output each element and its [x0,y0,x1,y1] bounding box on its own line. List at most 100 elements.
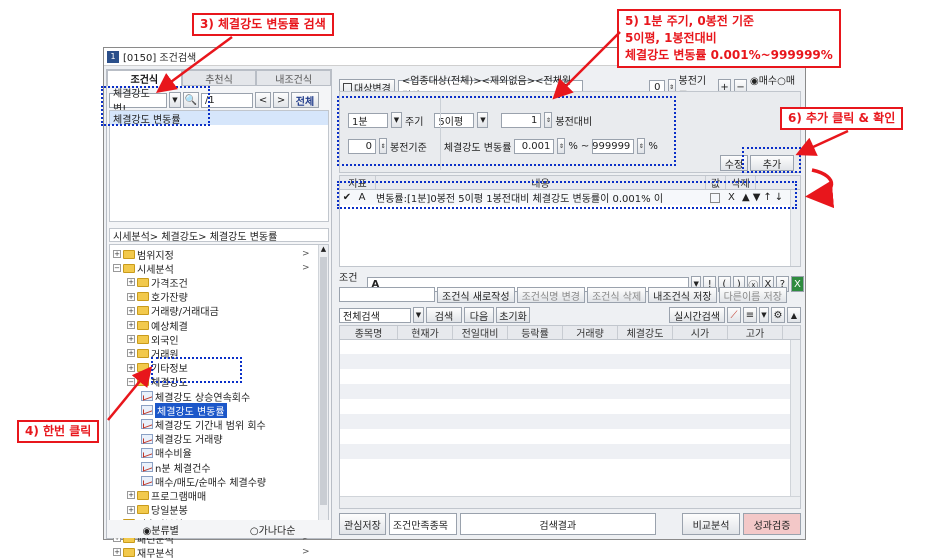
left-panel: 조건식 추천식 내조건식 체결강도 변! ▼ 🔍 /1 < > 전체 체결강도 … [106,69,332,560]
folder-icon [137,292,149,302]
delete-condition-button[interactable]: 조건식 삭제 [586,287,647,303]
compare-button[interactable]: 비교분석 [682,513,740,535]
expand-icon[interactable]: + [127,349,135,358]
highlight-condition-row [337,181,797,209]
tree-item-14[interactable]: 매수비율 [141,446,192,460]
highlight-tree-item [151,357,242,383]
tree-item-10[interactable]: 체결강도 상승연속회수 [141,389,251,404]
expand-icon[interactable]: + [127,321,135,329]
arrow-step6 [795,129,849,156]
expand-icon[interactable]: + [113,548,121,557]
folder-icon [137,277,149,287]
tree-item-6[interactable]: + 외국인 [127,332,179,347]
watch-save-button[interactable]: 관심저장 [339,513,386,535]
result-col-7[interactable]: 고가 [728,326,783,340]
tree-item-label: 외국인 [151,335,179,347]
save-as-button[interactable]: 다른이름 저장 [718,287,787,303]
gear-icon[interactable]: ⚙ [771,307,785,323]
search-mode-select[interactable]: 전체검색 [339,307,411,323]
next-search-button[interactable]: 다음 [464,307,494,323]
tree-item-2[interactable]: + 가격조건 [127,275,188,290]
chart-leaf-icon [141,391,153,401]
expand-icon[interactable]: + [127,306,135,315]
verify-button[interactable]: 성과검증 [743,513,801,535]
tree-item-13[interactable]: 체결강도 거래량 [141,432,223,446]
callout-step4: 4) 한번 클릭 [17,420,100,443]
radio-by-name[interactable]: ○가나다순 [250,522,296,537]
realtime-search-button[interactable]: 실시간검색 [669,307,725,323]
tree-scrollbar[interactable]: ▲ ▼ [318,245,328,535]
expand-icon[interactable]: + [127,278,135,287]
expand-icon[interactable]: + [127,491,135,500]
result-label: 검색결과 [459,513,656,535]
result-col-2[interactable]: 전일대비 [453,326,508,340]
tree-item-label: 프로그램매매 [151,491,207,503]
tree-item-17[interactable]: + 프로그램매매 [127,488,207,503]
chart-icon[interactable]: ⟋ [727,307,741,323]
tree-item-4[interactable]: + 거래량/거래대금 [127,304,219,318]
new-condition-button[interactable]: 조건식 새로작성 [437,287,515,303]
folder-icon [123,547,135,557]
search-button[interactable]: 검색 [426,307,462,323]
tree-item-0[interactable]: + 범위지정 > [113,247,310,262]
tab-my-conditions[interactable]: 내조건식 [256,70,332,86]
result-row[interactable] [340,444,795,459]
save-condition-button[interactable]: 내조건식 저장 [648,287,717,303]
tree-item-11[interactable]: 체결강도 변동률 [141,402,227,418]
result-vscroll[interactable] [790,340,800,496]
tree-item-label: 체결강도 변동률 [155,402,227,418]
expand-icon[interactable]: + [113,250,121,258]
window-title: [0150] 조건검색 [123,53,197,64]
all-button[interactable]: 전체 [291,92,319,108]
result-col-4[interactable]: 거래량 [563,326,618,340]
tab-recommended[interactable]: 추천식 [181,70,257,86]
reset-button[interactable]: 초기화 [496,307,530,323]
callout-step6: 6) 추가 클릭 & 확인 [780,107,904,130]
expand-icon[interactable]: − [113,264,121,273]
expand-icon[interactable]: − [127,377,135,386]
tree-scroll-thumb[interactable] [320,257,327,505]
tree-item-label: 체결강도 거래량 [155,435,223,447]
result-hscroll[interactable] [340,496,800,508]
expand-icon[interactable]: + [127,292,135,301]
tab-conditions[interactable]: 조건식 [107,70,182,86]
tree-item-label: 호가잔량 [151,293,188,305]
tree-item-21[interactable]: + 재무분석 > [113,545,310,560]
menu-icon[interactable]: ≡ [743,307,757,323]
result-row[interactable] [340,384,795,399]
menu-dropdown-icon[interactable]: ▼ [759,307,769,323]
condition-name-input[interactable] [339,287,435,302]
result-col-1[interactable]: 현재가 [398,326,453,340]
expand-icon[interactable]: + [127,335,135,344]
result-row[interactable] [340,414,795,429]
tree-item-3[interactable]: + 호가잔량 [127,290,188,304]
tree-arrow-icon: > [302,547,310,558]
tree-item-15[interactable]: n분 체결건수 [141,460,211,475]
expand-icon[interactable]: + [127,363,135,372]
tree-item-5[interactable]: + 예상체결 [127,318,188,333]
result-col-3[interactable]: 등락률 [508,326,563,340]
tree-item-16[interactable]: 매수/매도/순매수 체결수량 [141,474,266,489]
rename-button[interactable]: 조건식명 변경 [516,287,585,303]
window-icon: 1 [107,50,119,63]
tree-item-label: 체결강도 상승연속회수 [155,392,251,404]
result-col-6[interactable]: 시가 [673,326,728,340]
collapse-icon[interactable]: ▲ [787,307,801,323]
tree-item-12[interactable]: 체결강도 기간내 범위 회수 [141,417,266,432]
tree-item-label: 예상체결 [151,321,188,333]
callout-step5-line1: 5) 1분 주기, 0봉전 기준 [625,14,755,28]
result-col-0[interactable]: 종목명 [340,326,398,340]
tree-item-18[interactable]: + 당일분봉 [127,503,188,517]
result-col-5[interactable]: 체결강도 [618,326,673,340]
prev-button[interactable]: < [255,92,271,108]
radio-by-category[interactable]: ◉분류별 [143,522,179,537]
expand-icon[interactable]: + [127,505,135,514]
next-button[interactable]: > [273,92,289,108]
tree-item-1[interactable]: − 시세분석 > [113,261,310,276]
chart-leaf-icon [141,405,153,416]
excel-icon[interactable]: X [790,276,805,292]
result-row[interactable] [340,354,795,369]
folder-icon [137,306,149,316]
search-mode-dropdown-icon[interactable]: ▼ [413,307,424,323]
tree-item-label: 거래량/거래대금 [151,307,219,319]
